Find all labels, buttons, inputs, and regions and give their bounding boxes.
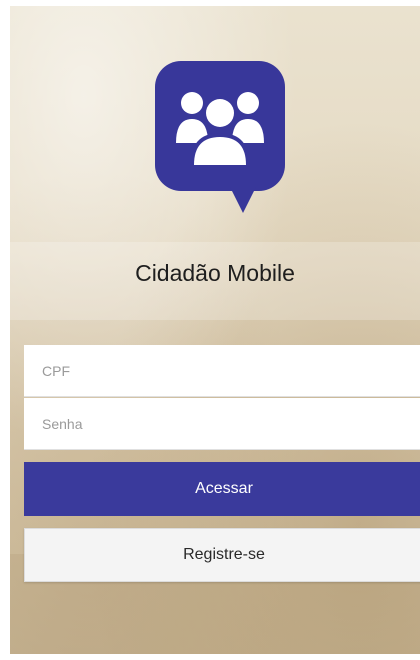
senha-field[interactable] [24,398,420,450]
login-button[interactable]: Acessar [24,462,420,516]
cpf-input[interactable] [24,345,420,396]
register-button[interactable]: Registre-se [24,528,420,582]
app-logo [155,61,285,213]
group-users-icon [176,92,264,167]
logo-speech-tail [230,187,256,213]
login-screen: Cidadão Mobile Acessar Registre-se [10,6,420,654]
senha-input[interactable] [24,398,420,449]
app-title: Cidadão Mobile [135,260,295,286]
cpf-field[interactable] [24,345,420,397]
